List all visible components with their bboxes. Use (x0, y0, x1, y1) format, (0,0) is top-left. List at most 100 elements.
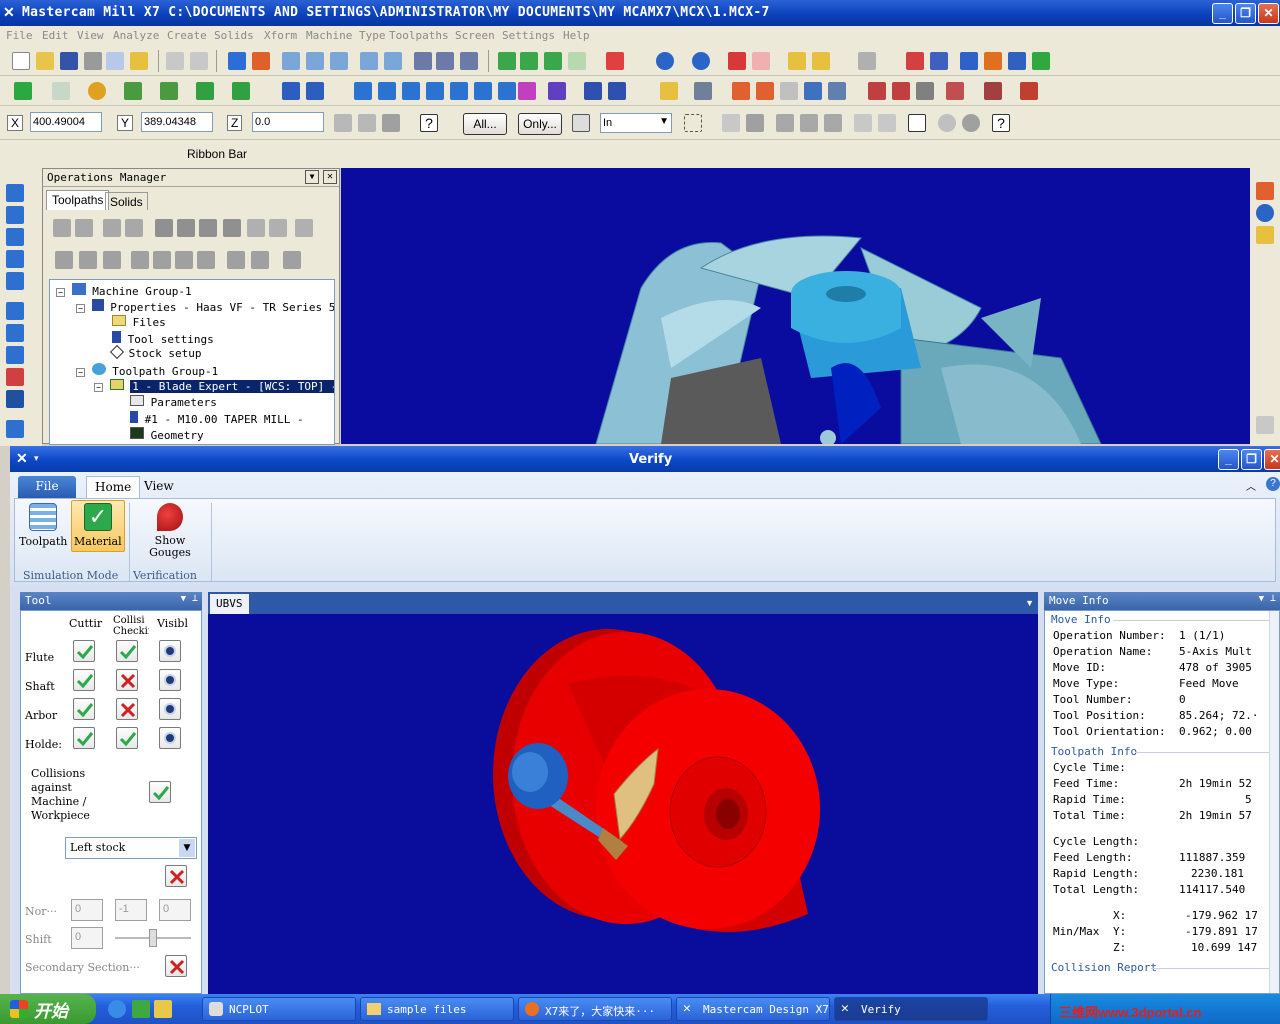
cursor-select-icon[interactable] (722, 114, 740, 132)
contour-icon[interactable] (548, 82, 566, 100)
open-folder-icon[interactable] (1256, 226, 1274, 244)
solid-sweep-icon[interactable] (916, 82, 934, 100)
verify-minimize-button[interactable]: _ (1218, 449, 1239, 470)
new-file-icon[interactable] (12, 52, 30, 70)
shaded-icon[interactable] (692, 52, 710, 70)
shade-icon[interactable] (6, 346, 24, 364)
chain-icon[interactable] (858, 52, 876, 70)
down-arrow-icon[interactable] (6, 250, 24, 268)
close-button[interactable]: ✕ (1258, 3, 1279, 24)
end-select-icon[interactable] (962, 114, 980, 132)
menu-analyze[interactable]: Analyze (113, 29, 159, 42)
move-insert-icon[interactable] (295, 219, 313, 237)
verify-ops-icon[interactable] (177, 219, 195, 237)
back-select-icon[interactable] (878, 114, 896, 132)
only-display-icon[interactable] (227, 251, 245, 269)
menu-toolpaths[interactable]: Toolpaths (389, 29, 449, 42)
collision-checkbox[interactable] (116, 669, 138, 691)
verify-icon[interactable] (460, 52, 478, 70)
offset-icon[interactable] (378, 82, 396, 100)
run-addin-icon[interactable] (1032, 52, 1050, 70)
zoom-icon[interactable] (330, 52, 348, 70)
maximize-button[interactable]: ❐ (1235, 3, 1256, 24)
tree-item[interactable]: #1 - M10.00 TAPER MILL - (130, 411, 304, 426)
solid-loft-icon[interactable] (946, 82, 964, 100)
toggle-icon[interactable] (382, 114, 400, 132)
view-side-icon[interactable] (544, 52, 562, 70)
z-coordinate-input[interactable]: 0.0 (252, 112, 324, 132)
levels-icon[interactable] (930, 52, 948, 70)
undo-icon[interactable] (166, 52, 184, 70)
clear-select-icon[interactable] (938, 114, 956, 132)
visible-radio[interactable] (159, 669, 181, 691)
hatch-icon[interactable] (780, 82, 798, 100)
ruler-icon[interactable] (1256, 416, 1274, 434)
menu-settings[interactable]: Settings (502, 29, 555, 42)
clear-stock-button[interactable] (165, 865, 187, 887)
tags-icon[interactable] (828, 82, 846, 100)
secondary-section-button[interactable] (165, 955, 187, 977)
select-dirty-ops-icon[interactable] (75, 219, 93, 237)
edge-select-icon[interactable] (800, 114, 818, 132)
pocket-icon[interactable] (584, 82, 602, 100)
fast-point-icon[interactable] (334, 114, 352, 132)
plane-icon[interactable] (960, 52, 978, 70)
tab-home[interactable]: Home (86, 476, 141, 498)
normal-y-input[interactable]: -1 (115, 899, 147, 921)
view-front-icon[interactable] (520, 52, 538, 70)
post-icon[interactable] (247, 219, 265, 237)
material-mode-button[interactable]: ✓ Material (71, 500, 125, 552)
save-icon[interactable] (60, 52, 78, 70)
redo-icon[interactable] (190, 52, 208, 70)
help-query-icon[interactable] (906, 52, 924, 70)
collisions-checkbox[interactable] (149, 781, 171, 803)
select-all-button[interactable]: All... (463, 113, 507, 135)
solid-select-icon[interactable] (746, 114, 764, 132)
dimension-icon[interactable] (694, 82, 712, 100)
note-icon[interactable] (804, 82, 822, 100)
open-file-icon[interactable] (36, 52, 54, 70)
help-icon-2[interactable]: ? (992, 114, 1010, 132)
window-select-icon[interactable] (684, 114, 702, 132)
grid-icon[interactable] (732, 82, 750, 100)
properties-icon[interactable] (130, 52, 148, 70)
face-select-icon[interactable] (776, 114, 794, 132)
visible-radio[interactable] (159, 698, 181, 720)
fillet-icon[interactable] (124, 82, 142, 100)
move-down-icon[interactable] (131, 251, 149, 269)
highfeed-icon[interactable] (223, 219, 241, 237)
regen-icon[interactable] (103, 219, 121, 237)
stock-select[interactable]: Left stock ▼ (65, 837, 197, 859)
chamfer-icon[interactable] (160, 82, 178, 100)
collision-checkbox[interactable] (116, 640, 138, 662)
table-icon[interactable] (756, 82, 774, 100)
analyze-distance-icon[interactable] (788, 52, 806, 70)
level-up-icon[interactable] (6, 184, 24, 202)
menu-screen[interactable]: Screen (455, 29, 495, 42)
tree-item[interactable]: Stock setup (109, 344, 201, 360)
point-icon[interactable] (14, 82, 32, 100)
backplot-icon[interactable] (436, 52, 454, 70)
cutting-checkbox[interactable] (73, 669, 95, 691)
backplot-ops-icon[interactable] (155, 219, 173, 237)
scroll-icon[interactable] (197, 251, 215, 269)
pane-dropdown-icon[interactable]: ▼ (1259, 594, 1264, 604)
solid-shell-icon[interactable] (1020, 82, 1038, 100)
auto-cursor-icon[interactable] (358, 114, 376, 132)
tree-item[interactable]: Parameters (130, 395, 217, 409)
view-3d-icon[interactable] (606, 52, 624, 70)
stack-icon[interactable] (6, 420, 24, 438)
sum-icon[interactable] (1008, 52, 1026, 70)
pane-menu-icon[interactable]: ▼ (305, 170, 319, 184)
sphere-icon[interactable] (1256, 204, 1274, 222)
solid-revolve-icon[interactable] (892, 82, 910, 100)
task-browser[interactable]: X7来了，大家快来··· (518, 997, 672, 1021)
help-icon[interactable]: ? (420, 114, 438, 132)
tab-toolpaths[interactable]: Toolpaths (46, 190, 110, 210)
menu-solids[interactable]: Solids (214, 29, 254, 42)
viewport-tab-ubvs[interactable]: UBVS (210, 594, 249, 614)
statistics-icon[interactable] (984, 52, 1002, 70)
pin-icon[interactable]: ⊥ (1270, 593, 1276, 604)
shift-input[interactable]: 0 (71, 927, 103, 949)
sort-icon[interactable] (283, 251, 301, 269)
